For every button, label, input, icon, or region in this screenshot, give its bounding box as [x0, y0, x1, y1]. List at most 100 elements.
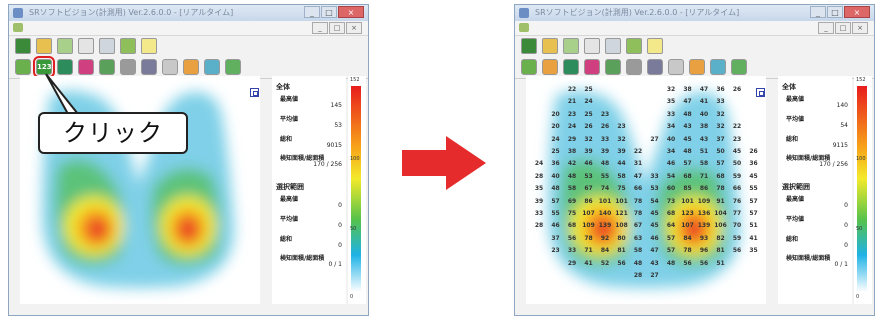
grid-value-cell: 23 [617, 123, 626, 131]
grid-value-cell: 32 [716, 110, 725, 118]
grid-value-cell: 28 [534, 172, 544, 180]
rows-icon[interactable] [162, 59, 178, 75]
grid-value-cell: 68 [567, 222, 577, 230]
menu-icon[interactable] [519, 23, 529, 32]
help-icon[interactable] [647, 38, 663, 54]
sel-sum-value: 0 [844, 242, 848, 249]
maximize-button[interactable]: □ [827, 6, 843, 18]
close-button[interactable]: × [338, 6, 364, 18]
grid-value-cell: 27 [650, 135, 659, 143]
grid-value-cell: 77 [732, 210, 742, 217]
help-icon[interactable] [141, 38, 157, 54]
grid-value-cell: 29 [567, 135, 577, 143]
selection-heading: 選択範囲 [276, 183, 304, 191]
scale-bottom-label: 0 [350, 294, 354, 300]
tools-icon[interactable] [605, 38, 621, 54]
menu-icon[interactable] [13, 23, 23, 32]
grid-value-cell: 34 [666, 123, 676, 131]
avg-value: 54 [840, 122, 848, 129]
table-icon[interactable] [731, 59, 747, 75]
sum-value: 9115 [832, 142, 848, 149]
selection-marker[interactable] [756, 88, 765, 97]
grid-value-cell: 34 [666, 148, 676, 155]
sel-area-value: 0 / 1 [834, 261, 848, 268]
grid-value-cell: 78 [716, 185, 725, 193]
rotate-icon[interactable] [605, 59, 621, 75]
mdi-minimize-button[interactable]: _ [818, 22, 834, 34]
grid-value-cell: 75 [567, 210, 577, 217]
grid-value-cell: 22 [567, 86, 577, 93]
rows-icon[interactable] [668, 59, 684, 75]
list-view-icon[interactable] [78, 38, 94, 54]
selection-marker[interactable] [250, 88, 259, 97]
mdi-minimize-button[interactable]: _ [312, 22, 328, 34]
mdi-close-button[interactable]: × [852, 22, 868, 34]
3d-view-icon[interactable] [141, 59, 157, 75]
numeric-display-icon[interactable] [542, 59, 558, 75]
bar-chart-icon[interactable] [689, 59, 705, 75]
camera-icon[interactable] [120, 59, 136, 75]
grid-value-cell: 26 [749, 148, 758, 155]
table-icon[interactable] [225, 59, 241, 75]
grid-value-cell: 37 [551, 234, 560, 242]
sensor-icon[interactable] [521, 38, 537, 54]
max-label: 最高値 [280, 96, 299, 103]
grid-value-cell: 57 [666, 234, 676, 242]
mdi-maximize-button[interactable]: □ [329, 22, 345, 34]
maximize-button[interactable]: □ [321, 6, 337, 18]
mdi-close-button[interactable]: × [346, 22, 362, 34]
close-button[interactable]: × [844, 6, 870, 18]
sensor-icon[interactable] [15, 38, 31, 54]
camera-icon[interactable] [626, 59, 642, 75]
grid-value-cell: 63 [633, 234, 643, 242]
mdi-maximize-button[interactable]: □ [835, 22, 851, 34]
grid-value-cell: 140 [598, 210, 612, 217]
grid-value-cell: 68 [683, 172, 692, 180]
grid-value-cell: 101 [615, 197, 628, 205]
rotate-icon[interactable] [99, 59, 115, 75]
sel-area-value: 0 / 1 [328, 261, 342, 268]
grid-value-cell: 50 [716, 148, 725, 155]
grid-value-cell: 51 [699, 148, 709, 155]
settings-leaf-icon[interactable] [120, 38, 136, 54]
grid-value-cell: 57 [749, 197, 758, 205]
grid-value-cell: 108 [615, 222, 628, 230]
grid-value-cell: 45 [683, 135, 692, 143]
avg-label: 平均値 [280, 116, 299, 123]
settings-leaf-icon[interactable] [626, 38, 642, 54]
3d-view-icon[interactable] [647, 59, 663, 75]
color-map-icon[interactable] [584, 59, 600, 75]
grid-value-cell: 48 [683, 110, 692, 118]
grid-value-cell: 23 [732, 135, 742, 143]
open-folder-icon[interactable] [542, 38, 558, 54]
sel-avg-label: 平均値 [786, 216, 805, 223]
grid-value-cell: 41 [584, 259, 593, 267]
grid-value-cell: 107 [681, 222, 694, 230]
grid-value-cell: 26 [584, 123, 593, 131]
grid-value-cell: 45 [749, 172, 758, 180]
stats-panel-after: 全体 最高値 140 平均値 54 総和 9115 検知面積/総面積 170 /… [778, 76, 852, 304]
histogram-icon[interactable] [710, 59, 726, 75]
grid-value-cell: 96 [699, 247, 709, 255]
list-view-icon[interactable] [584, 38, 600, 54]
histogram-icon[interactable] [204, 59, 220, 75]
minimize-button[interactable]: _ [810, 6, 826, 18]
tools-icon[interactable] [99, 38, 115, 54]
contour-icon[interactable] [563, 59, 579, 75]
grid-value-cell: 33 [650, 172, 659, 180]
grid-value-cell: 23 [567, 110, 577, 118]
grid-value-cell: 101 [681, 197, 694, 205]
sel-avg-value: 0 [844, 222, 848, 229]
resize-icon[interactable] [521, 59, 537, 75]
grid-value-cell: 41 [699, 98, 709, 106]
grid-value-cell: 52 [600, 259, 610, 267]
grid-value-cell: 123 [681, 210, 694, 217]
sel-sum-label: 総和 [786, 236, 799, 243]
grid-value-cell: 53 [584, 172, 593, 180]
grid-view-icon[interactable] [563, 38, 579, 54]
grid-view-icon[interactable] [57, 38, 73, 54]
bar-chart-icon[interactable] [183, 59, 199, 75]
open-folder-icon[interactable] [36, 38, 52, 54]
resize-icon[interactable] [15, 59, 31, 75]
minimize-button[interactable]: _ [304, 6, 320, 18]
